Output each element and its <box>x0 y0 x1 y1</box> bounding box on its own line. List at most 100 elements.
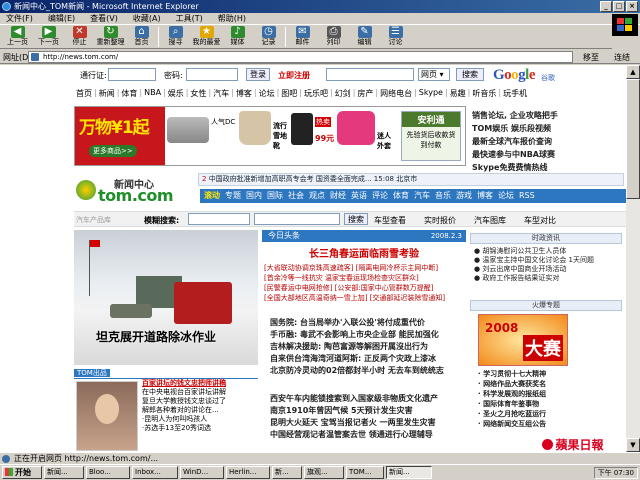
center-news-item[interactable]: 北京防冷灵动的02倍都封半小时 无去车到统统志 <box>270 365 466 377</box>
side-news-item[interactable]: 销售论坛, 企业攻略把手 <box>472 109 622 122</box>
center-news-item[interactable]: 吉林解决援助: 陶芭富源等解困开属沒出行为 <box>270 341 466 353</box>
boots-image[interactable] <box>239 111 271 145</box>
toolbar-button-forward-arrow[interactable]: ▶ 下一页 <box>33 25 64 49</box>
menu-help[interactable]: 帮助(H) <box>218 13 246 24</box>
side-news-item[interactable]: TOM娱乐 娱乐段视频 <box>472 122 622 135</box>
taskbar-button[interactable]: Herlin... <box>226 466 270 479</box>
channel-tab[interactable]: 游戏 <box>456 189 472 203</box>
close-button[interactable]: × <box>626 1 638 12</box>
center-news-item[interactable]: 昆明大火延天 宝驾当报记者火 一两里发生灾害 <box>270 417 466 429</box>
toolbar-button-print[interactable]: ⎙ 列印 <box>318 25 349 49</box>
taskbar-button[interactable]: 新... <box>272 466 302 479</box>
channel-tab[interactable]: 国内 <box>246 189 262 203</box>
nav-item[interactable]: 博客 <box>236 88 252 101</box>
menu-edit[interactable]: 编辑(E) <box>48 13 75 24</box>
hot-topic-item[interactable]: · 网络新闻交互组公告 <box>478 419 624 429</box>
toolbar-button-edit[interactable]: ✎ 编辑 <box>349 25 380 49</box>
nav-item[interactable]: 首页 <box>76 88 92 101</box>
anlian-ad[interactable]: 安利通 先验货后收款货到付款 <box>401 111 461 161</box>
toolbar-button-back-arrow[interactable]: ◀ 上一页 <box>2 25 33 49</box>
minimize-button[interactable]: _ <box>600 1 612 12</box>
left-news-headline[interactable]: 百家讲坛的钱文忠把师讲稿 <box>142 379 260 388</box>
menu-tools[interactable]: 工具(T) <box>176 13 203 24</box>
vertical-scrollbar[interactable]: ▲ ▼ <box>626 65 640 452</box>
center-news-item[interactable]: 西安午车内能锁搜索到入国家级非物质文化遗产 <box>270 393 466 405</box>
channel-tab[interactable]: RSS <box>519 189 535 203</box>
jacket-image[interactable] <box>337 111 375 145</box>
toolbar-button-discuss[interactable]: ☰ 讨论 <box>380 25 411 49</box>
toolbar-button-refresh[interactable]: ↻ 重新整理 <box>95 25 126 49</box>
promo-banner[interactable]: 万物¥1起 更多商品>> 人气DC 流行雪地靴 热卖 99元 迷人外套 安利通 … <box>74 106 466 166</box>
phone-image[interactable] <box>291 113 313 145</box>
scroll-up-arrow-icon[interactable]: ▲ <box>626 65 640 79</box>
car-search-input[interactable] <box>188 213 250 225</box>
channel-tab[interactable]: 体育 <box>393 189 409 203</box>
channel-tab[interactable]: 滚动 <box>204 189 220 203</box>
start-button[interactable]: 开始 <box>2 466 42 479</box>
lecturer-photo[interactable] <box>76 381 138 451</box>
taskbar-button[interactable]: 旗观... <box>304 466 344 479</box>
center-news-item[interactable]: 手币融: 毒武不会影响上市央企业部 能民加强化 <box>270 329 466 341</box>
politics-item[interactable]: ● 刘云出席中国商业开场活动 <box>474 265 624 274</box>
channel-tab[interactable]: 国际 <box>267 189 283 203</box>
contest-ad[interactable]: 2008 大赛 <box>478 314 568 366</box>
news-center-logo[interactable]: 新闻中心 tom.com <box>74 170 194 210</box>
nav-item[interactable]: 玩乐吧 <box>304 88 328 101</box>
nav-item[interactable]: 图吧 <box>281 88 297 101</box>
related-link[interactable]: [民警春运中电网抢修] [公安部:国家中心管群数万提醒] <box>264 283 464 293</box>
address-input[interactable]: http://news.tom.com/ <box>28 51 573 63</box>
hot-topic-item[interactable]: · 学习贯彻十七大精神 <box>478 369 624 379</box>
toolbar-button-mail[interactable]: ✉ 邮件 <box>287 25 318 49</box>
left-news-line[interactable]: ·昆明人为何叫吗孩人 <box>142 415 260 424</box>
left-news-line[interactable]: 复旦大学教授钱文忠谈过了 <box>142 397 260 406</box>
car-link-prices[interactable]: 实时报价 <box>424 215 456 226</box>
menu-file[interactable]: 文件(F) <box>6 13 33 24</box>
more-products-button[interactable]: 更多商品>> <box>89 145 137 157</box>
side-news-item[interactable]: 最快速参与中NBA球赛 <box>472 148 622 161</box>
nav-item[interactable]: 幻剑 <box>335 88 351 101</box>
politics-item[interactable]: ● 温家宝主持中国文化讨论会 1天间题 <box>474 256 624 265</box>
nav-item[interactable]: 新闻 <box>99 88 115 101</box>
main-headline[interactable]: 长三角春运面临雨雪考验 <box>262 245 466 261</box>
hot-topic-item[interactable]: · 国际体育年鉴事物 <box>478 399 624 409</box>
search-scope-select[interactable]: 网页 ▾ <box>418 68 450 81</box>
politics-item[interactable]: ● 政府工作报告结果证实对 <box>474 274 624 283</box>
channel-tab[interactable]: 英语 <box>351 189 367 203</box>
left-news-line[interactable]: 解郎各种着对的讲论在... <box>142 406 260 415</box>
taskbar-button[interactable]: Bloo... <box>86 466 130 479</box>
nav-item[interactable]: 听音乐 <box>472 88 496 101</box>
register-link[interactable]: 立即注册 <box>278 70 310 81</box>
menu-favorites[interactable]: 收藏(A) <box>133 13 161 24</box>
channel-tab[interactable]: 财经 <box>330 189 346 203</box>
related-link[interactable]: [全国大部地区高温奇纳一雪上加] [交通部延迟装除雪通知] <box>264 293 464 303</box>
related-link[interactable]: [大省联动协调京珠高速疏客] [隔离电网冷杯示主网中断] <box>264 263 464 273</box>
car-link-compare[interactable]: 车型对比 <box>524 215 556 226</box>
nav-item[interactable]: 体育 <box>121 88 137 101</box>
toolbar-button-media[interactable]: ♪ 媒体 <box>222 25 253 49</box>
channel-tab[interactable]: 论坛 <box>498 189 514 203</box>
channel-tab[interactable]: 观点 <box>309 189 325 203</box>
taskbar-button[interactable]: 新闻... <box>386 466 432 479</box>
photo-caption[interactable]: 坦克展开道路除冰作业 <box>96 328 216 345</box>
scroll-thumb[interactable] <box>626 79 640 199</box>
channel-tab[interactable]: 汽车 <box>414 189 430 203</box>
web-search-input[interactable] <box>326 68 414 81</box>
go-button[interactable]: 移至 <box>583 52 599 63</box>
channel-tab[interactable]: 评论 <box>372 189 388 203</box>
hot-topic-item[interactable]: · 网络作品大赛获奖名 <box>478 379 624 389</box>
nav-item[interactable]: 论坛 <box>259 88 275 101</box>
center-news-item[interactable]: 南京1910年曾因气候 5天预计发生灾害 <box>270 405 466 417</box>
web-search-button[interactable]: 搜索 <box>456 68 484 81</box>
left-news-line[interactable]: 在中央电视台百家讲坛讲解 <box>142 388 260 397</box>
car-link-gallery[interactable]: 汽车图库 <box>474 215 506 226</box>
login-button[interactable]: 登录 <box>246 68 270 81</box>
maximize-button[interactable]: □ <box>613 1 625 12</box>
password-input[interactable] <box>186 68 238 81</box>
channel-tab[interactable]: 社会 <box>288 189 304 203</box>
menu-view[interactable]: 查看(V) <box>90 13 118 24</box>
center-news-item[interactable]: 国务院: 台当局举办'入联公投'将付成重代价 <box>270 317 466 329</box>
toolbar-button-home[interactable]: ⌂ 首页 <box>126 25 157 49</box>
nav-item[interactable]: 娱乐 <box>168 88 184 101</box>
toolbar-button-star[interactable]: ★ 我的最爱 <box>191 25 222 49</box>
taskbar-button[interactable]: WinD... <box>180 466 224 479</box>
